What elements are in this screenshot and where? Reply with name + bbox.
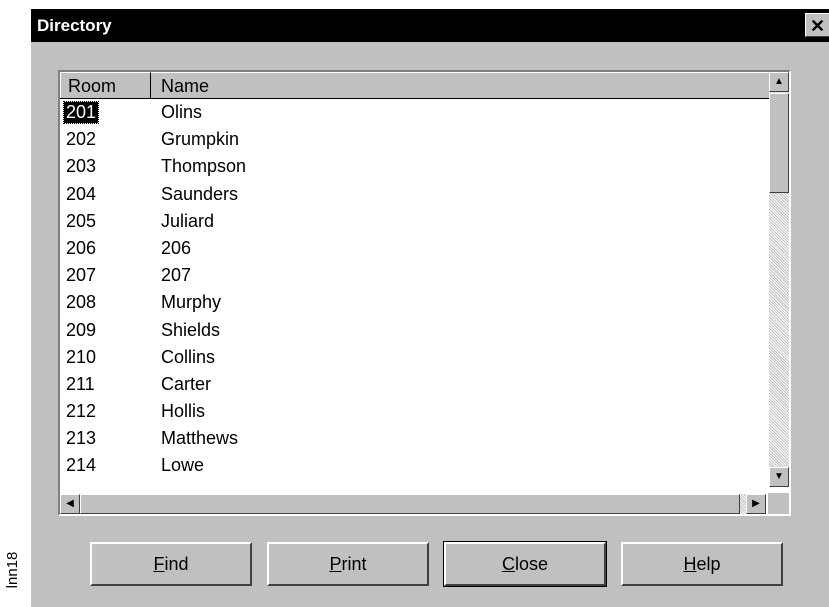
room-cell: 205 (66, 210, 97, 231)
list-item[interactable]: 210 Collins (60, 344, 787, 371)
room-cell: 210 (66, 346, 97, 367)
room-cell: 204 (66, 183, 97, 204)
list-item[interactable]: 209 Shields (60, 317, 787, 344)
name-cell: Juliard (161, 210, 215, 231)
directory-dialog: Directory ✕ Room Name 201 Olins 202 Grumpki… (31, 9, 829, 607)
directory-list[interactable]: Room Name 201 Olins 202 Grumpkin 203 Thompson… (58, 70, 791, 516)
name-cell: Matthews (161, 428, 239, 449)
scroll-left-icon[interactable]: ◀ (60, 494, 80, 514)
help-label: elp (696, 554, 721, 574)
close-label: lose (514, 554, 549, 574)
vertical-scrollbar[interactable]: ▲ ▼ (769, 72, 789, 487)
list-item[interactable]: 213 Matthews (60, 425, 787, 452)
name-cell: Hollis (161, 401, 206, 422)
horizontal-scroll-thumb[interactable] (80, 494, 740, 514)
list-item[interactable]: 204 Saunders (60, 181, 787, 208)
name-cell: 206 (161, 237, 192, 258)
room-cell: 206 (66, 237, 97, 258)
room-cell: 202 (66, 129, 97, 150)
room-cell: 213 (66, 428, 97, 449)
name-cell: Thompson (161, 156, 247, 177)
list-item[interactable]: 205 Juliard (60, 208, 787, 235)
horizontal-scrollbar[interactable]: ◀ ▶ (60, 494, 766, 514)
name-cell: Carter (161, 373, 212, 394)
room-cell: 201 (62, 101, 100, 124)
list-item[interactable]: 201 Olins (60, 99, 787, 126)
print-button[interactable]: Print (267, 542, 429, 586)
list-item[interactable]: 202 Grumpkin (60, 126, 787, 153)
name-cell: Lowe (161, 455, 205, 476)
column-header-name[interactable]: Name (151, 72, 787, 98)
name-cell: Collins (161, 346, 216, 367)
list-item[interactable]: 206 206 (60, 235, 787, 262)
name-cell: Saunders (161, 183, 239, 204)
close-access-key: C (501, 554, 515, 574)
figure-label: lnn18 (4, 551, 21, 589)
list-header: Room Name (60, 72, 787, 99)
room-cell: 212 (66, 401, 97, 422)
find-label: ind (164, 554, 189, 574)
scroll-down-icon[interactable]: ▼ (769, 467, 789, 487)
column-header-room[interactable]: Room (60, 72, 151, 98)
room-cell: 214 (66, 455, 97, 476)
name-cell: 207 (161, 265, 192, 286)
list-item[interactable]: 214 Lowe (60, 452, 787, 479)
list-item[interactable]: 212 Hollis (60, 398, 787, 425)
list-item[interactable]: 211 Carter (60, 371, 787, 398)
list-rows: 201 Olins 202 Grumpkin 203 Thompson 204 Saunder… (60, 99, 787, 480)
title-bar: Directory ✕ (31, 9, 829, 42)
scroll-right-icon[interactable]: ▶ (746, 494, 766, 514)
print-access-key: P (329, 554, 342, 574)
scroll-corner (768, 493, 789, 514)
vertical-scroll-thumb[interactable] (769, 93, 789, 193)
find-button[interactable]: Find (90, 542, 252, 586)
name-cell: Olins (161, 102, 203, 122)
print-label: rint (341, 554, 367, 574)
room-cell: 203 (66, 156, 97, 177)
room-cell: 208 (66, 292, 97, 313)
room-cell: 211 (66, 373, 95, 394)
list-item[interactable]: 203 Thompson (60, 153, 787, 180)
help-button[interactable]: Help (621, 542, 783, 586)
help-access-key: H (683, 554, 697, 574)
find-access-key: F (153, 554, 165, 574)
close-button[interactable]: Close (443, 541, 607, 587)
scroll-up-icon[interactable]: ▲ (769, 72, 789, 92)
room-cell: 207 (66, 265, 97, 286)
name-cell: Murphy (161, 292, 222, 313)
list-item[interactable]: 207 207 (60, 262, 787, 289)
name-cell: Grumpkin (161, 129, 240, 150)
name-cell: Shields (161, 319, 221, 340)
room-cell: 209 (66, 319, 97, 340)
window-title: Directory (37, 16, 112, 35)
list-item[interactable]: 208 Murphy (60, 289, 787, 316)
close-icon[interactable]: ✕ (805, 13, 829, 37)
